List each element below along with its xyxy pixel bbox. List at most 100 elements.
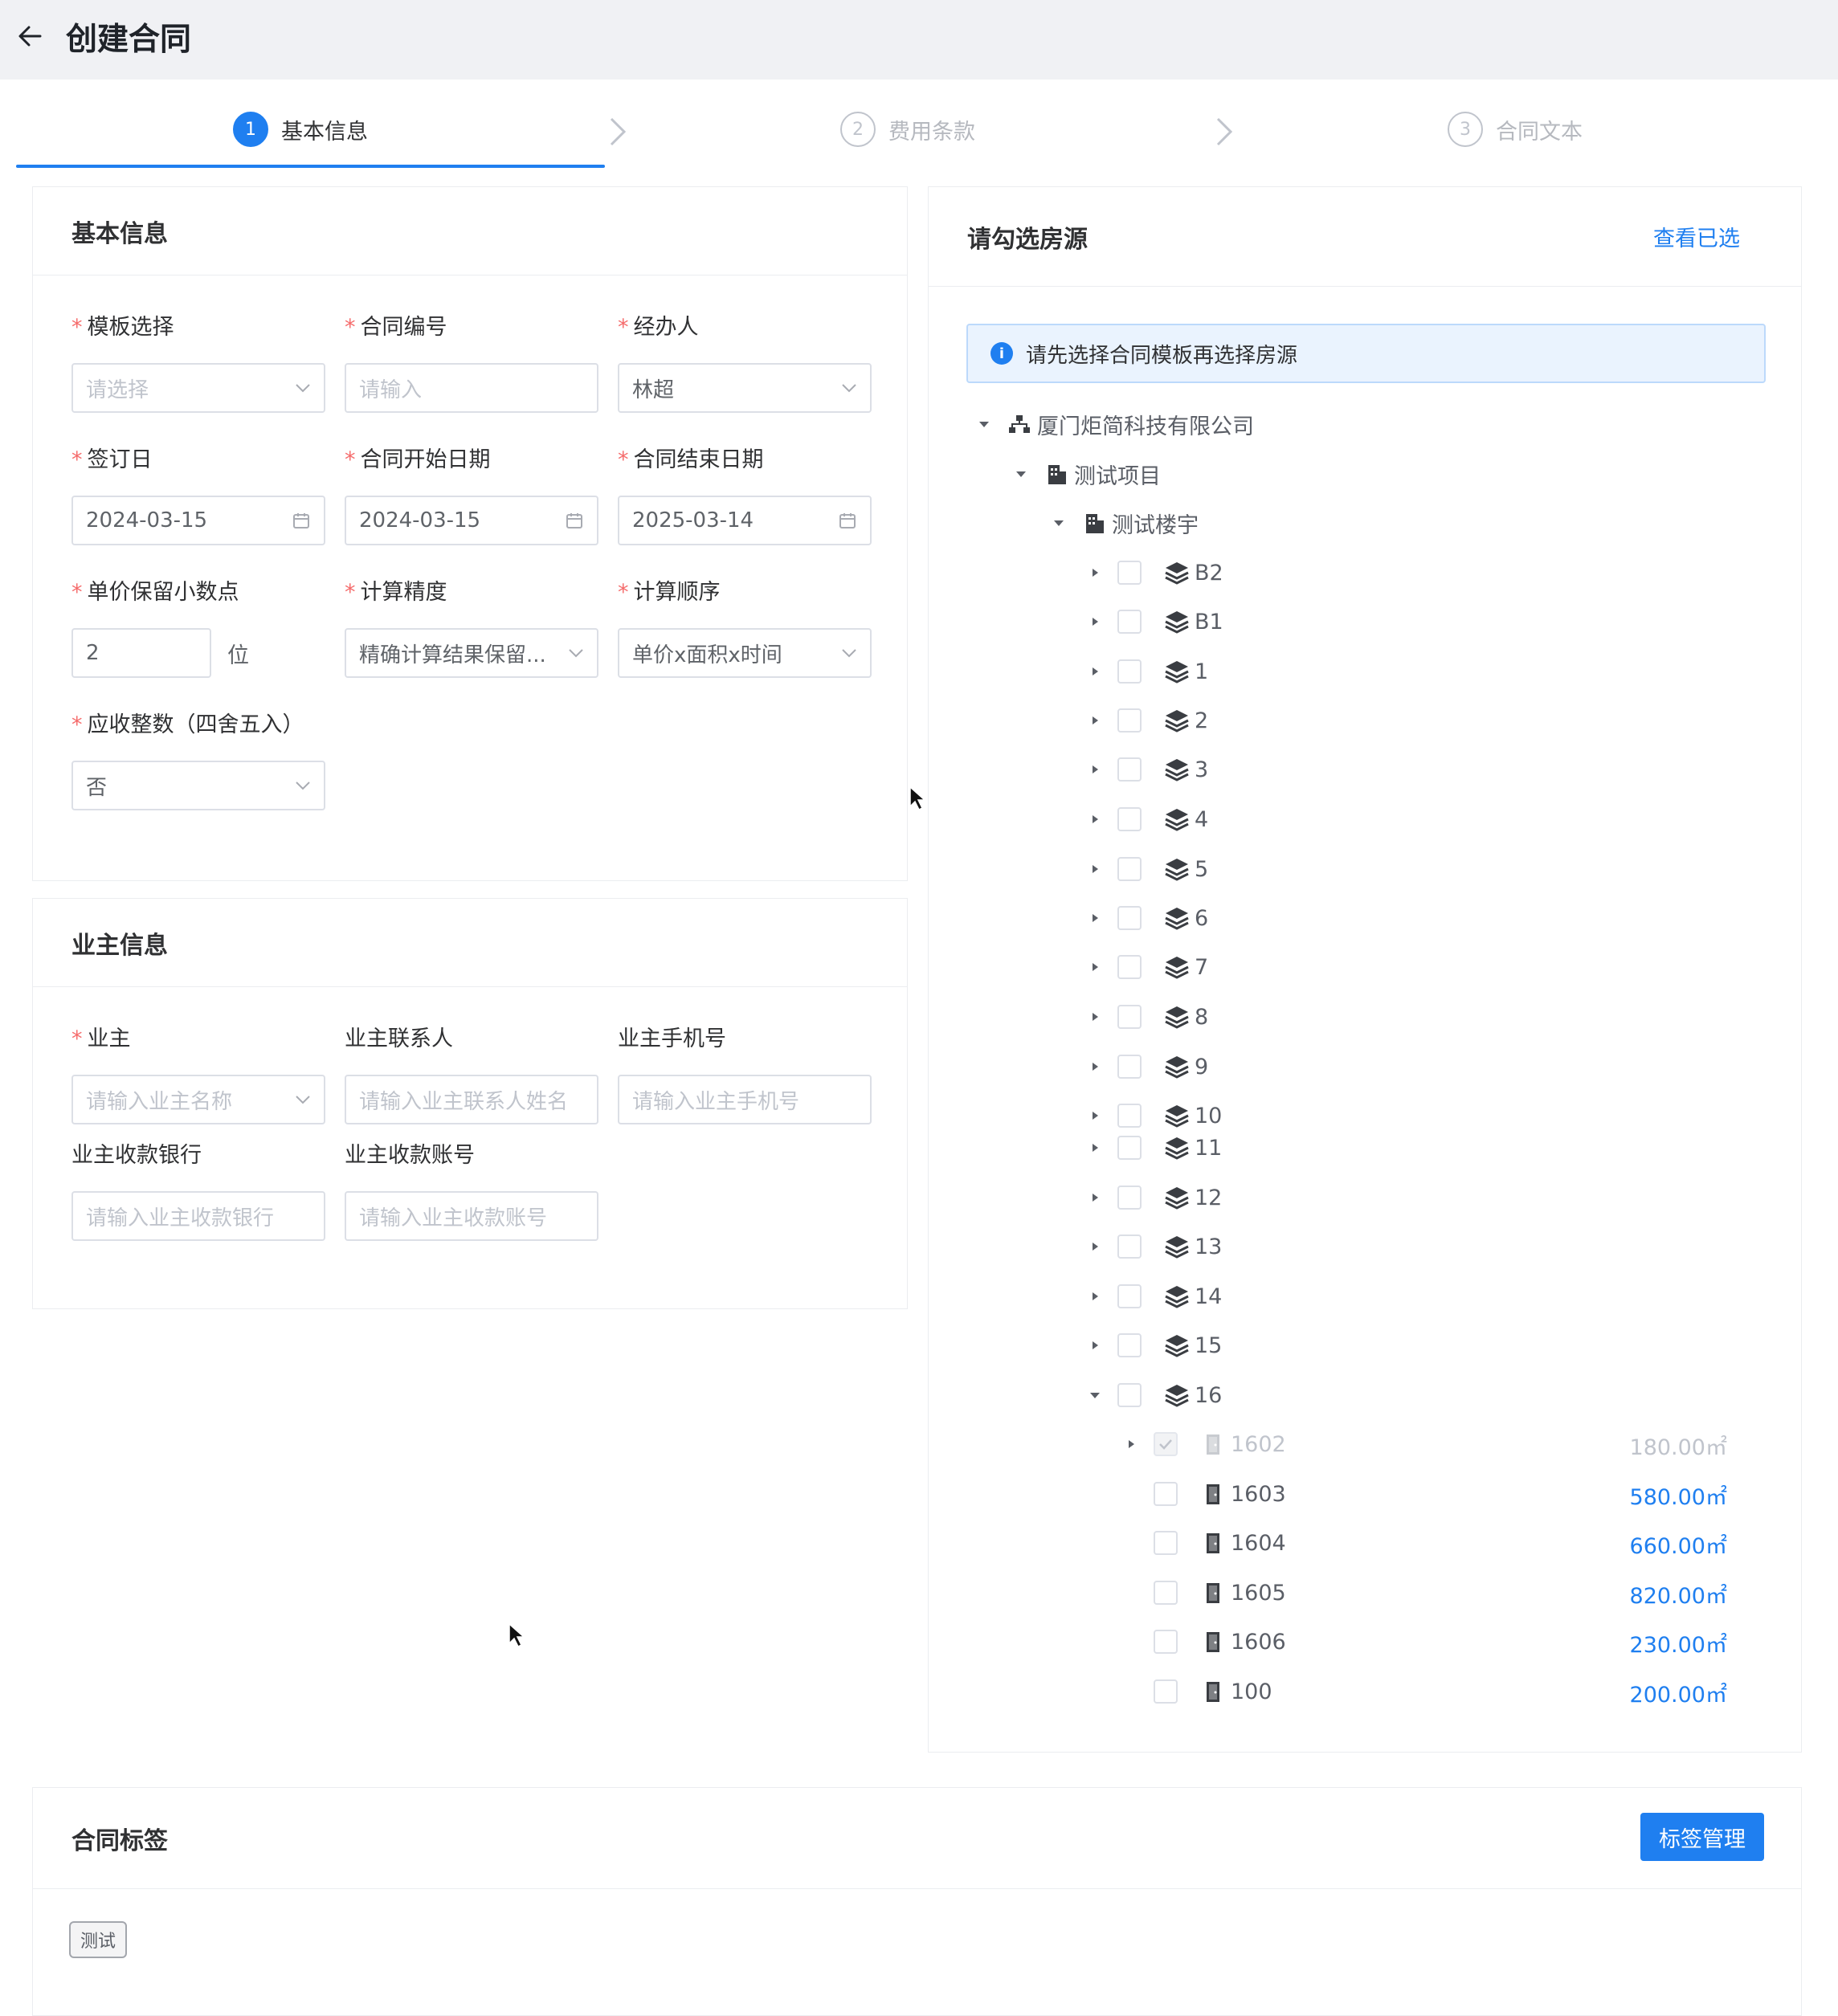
tree-node-floor[interactable]: 11 — [1089, 1130, 1222, 1165]
tree-node-floor[interactable]: 6 — [1089, 900, 1208, 936]
tree-node-unit[interactable]: 1606 — [1125, 1624, 1286, 1659]
caret-right-icon[interactable] — [1089, 714, 1101, 727]
checkbox[interactable] — [1117, 610, 1142, 634]
caret-right-icon[interactable] — [1089, 1060, 1101, 1073]
checkbox[interactable] — [1117, 1284, 1142, 1308]
checkbox[interactable] — [1154, 1679, 1178, 1704]
owner-bank-input[interactable]: 请输入业主收款银行 — [71, 1191, 325, 1241]
tree-node-floor[interactable]: 3 — [1089, 752, 1208, 787]
tree-node-floor[interactable]: 1 — [1089, 654, 1208, 689]
caret-down-icon[interactable] — [1089, 1389, 1101, 1402]
tree-node-floor[interactable]: 13 — [1089, 1229, 1222, 1264]
tree-node-unit[interactable]: 1603 — [1125, 1476, 1286, 1512]
caret-right-icon[interactable] — [1089, 1339, 1101, 1352]
start-date-picker[interactable]: 2024-03-15 — [345, 496, 598, 545]
step-fee-terms[interactable]: 2 费用条款 — [840, 112, 975, 147]
caret-right-icon[interactable] — [1089, 665, 1101, 678]
caret-right-icon[interactable] — [1089, 615, 1101, 628]
caret-down-icon[interactable] — [1052, 516, 1065, 529]
placeholder: 请选择 — [86, 377, 149, 402]
caret-right-icon[interactable] — [1089, 1240, 1101, 1253]
checkbox[interactable] — [1117, 708, 1142, 733]
tree-node-floor[interactable]: 5 — [1089, 851, 1208, 887]
checkbox[interactable] — [1117, 1186, 1142, 1210]
caret-down-icon[interactable] — [978, 418, 990, 431]
checkbox[interactable] — [1117, 659, 1142, 684]
tree-node-unit[interactable]: 1605 — [1125, 1575, 1286, 1610]
checkbox[interactable] — [1154, 1630, 1178, 1654]
tree-node-label: 厦门炬简科技有限公司 — [1037, 414, 1254, 439]
tree-node-floor[interactable]: B1 — [1089, 604, 1223, 639]
checkbox[interactable] — [1117, 807, 1142, 831]
view-selected-link[interactable]: 查看已选 — [1653, 221, 1740, 252]
sign-date-picker[interactable]: 2024-03-15 — [71, 496, 325, 545]
checkbox[interactable] — [1117, 955, 1142, 979]
caret-down-icon[interactable] — [1015, 467, 1027, 480]
caret-right-icon[interactable] — [1089, 566, 1101, 579]
caret-right-icon[interactable] — [1089, 863, 1101, 875]
checkbox[interactable] — [1117, 906, 1142, 930]
checkbox[interactable] — [1117, 1055, 1142, 1079]
tree-node-floor[interactable]: 8 — [1089, 999, 1208, 1035]
checkbox[interactable] — [1117, 857, 1142, 881]
order-select[interactable]: 单价x面积x时间 — [618, 628, 872, 678]
caret-right-icon[interactable] — [1089, 1290, 1101, 1303]
caret-right-icon[interactable] — [1089, 1191, 1101, 1204]
caret-right-icon[interactable] — [1089, 912, 1101, 924]
checkbox[interactable] — [1117, 1005, 1142, 1029]
checkbox[interactable] — [1154, 1531, 1178, 1555]
tree-node-unit[interactable]: 1604 — [1125, 1525, 1286, 1561]
step-contract-text[interactable]: 3 合同文本 — [1448, 112, 1583, 147]
checkbox[interactable] — [1117, 1333, 1142, 1357]
caret-right-icon[interactable] — [1089, 1109, 1101, 1122]
checkbox[interactable] — [1117, 1234, 1142, 1259]
step-basic-info[interactable]: 1 基本信息 — [233, 112, 368, 147]
caret-right-icon[interactable] — [1089, 1010, 1101, 1023]
caret-right-icon[interactable] — [1089, 763, 1101, 776]
tree-node-floor[interactable]: B2 — [1089, 555, 1223, 590]
tree-node-floor[interactable]: 9 — [1089, 1049, 1208, 1084]
tree-node-floor[interactable]: 15 — [1089, 1328, 1222, 1363]
owner-contact-input[interactable]: 请输入业主联系人姓名 — [345, 1075, 598, 1124]
chevron-down-icon — [296, 1096, 310, 1104]
caret-right-icon[interactable] — [1089, 961, 1101, 973]
precision-select[interactable]: 精确计算结果保留... — [345, 628, 598, 678]
owner-phone-input[interactable]: 请输入业主手机号 — [618, 1075, 872, 1124]
date-value: 2025-03-14 — [632, 508, 754, 533]
tree-node-floor[interactable]: 4 — [1089, 802, 1208, 837]
back-arrow-icon[interactable] — [16, 22, 43, 50]
checkbox[interactable] — [1154, 1581, 1178, 1605]
tree-node-floor[interactable]: 10 — [1089, 1098, 1222, 1133]
tree-node-unit[interactable]: 100 — [1125, 1674, 1272, 1709]
caret-right-icon[interactable] — [1125, 1438, 1138, 1451]
field-label: 合同编号 — [360, 315, 447, 340]
tag-item[interactable]: 测试 — [69, 1921, 128, 1958]
tree-node-project[interactable]: 测试项目 — [1015, 456, 1161, 492]
end-date-picker[interactable]: 2025-03-14 — [618, 496, 872, 545]
handler-select[interactable]: 林超 — [618, 363, 872, 413]
tag-manage-button[interactable]: 标签管理 — [1640, 1813, 1764, 1861]
caret-right-icon[interactable] — [1089, 813, 1101, 826]
tree-node-unit[interactable]: 1602 — [1125, 1426, 1286, 1462]
tree-node-floor[interactable]: 7 — [1089, 949, 1208, 985]
tree-node-floor[interactable]: 2 — [1089, 703, 1208, 738]
step-label: 费用条款 — [888, 119, 975, 145]
contract-no-input[interactable]: 请输入 — [345, 363, 598, 413]
rounding-select[interactable]: 否 — [71, 761, 325, 810]
checkbox[interactable] — [1117, 561, 1142, 585]
tree-node-building[interactable]: 测试楼宇 — [1052, 505, 1199, 541]
tree-node-floor[interactable]: 16 — [1089, 1377, 1222, 1413]
decimals-input[interactable]: 2 — [71, 628, 211, 678]
owner-select[interactable]: 请输入业主名称 — [71, 1075, 325, 1124]
tree-node-floor[interactable]: 14 — [1089, 1279, 1222, 1314]
tree-node-floor[interactable]: 12 — [1089, 1180, 1222, 1215]
tree-node-company[interactable]: 厦门炬简科技有限公司 — [978, 406, 1254, 442]
caret-right-icon[interactable] — [1089, 1141, 1101, 1154]
template-select[interactable]: 请选择 — [71, 363, 325, 413]
checkbox[interactable] — [1154, 1482, 1178, 1506]
owner-account-input[interactable]: 请输入业主收款账号 — [345, 1191, 598, 1241]
checkbox[interactable] — [1117, 1383, 1142, 1407]
checkbox[interactable] — [1117, 757, 1142, 782]
checkbox[interactable] — [1117, 1136, 1142, 1160]
checkbox[interactable] — [1117, 1104, 1142, 1128]
